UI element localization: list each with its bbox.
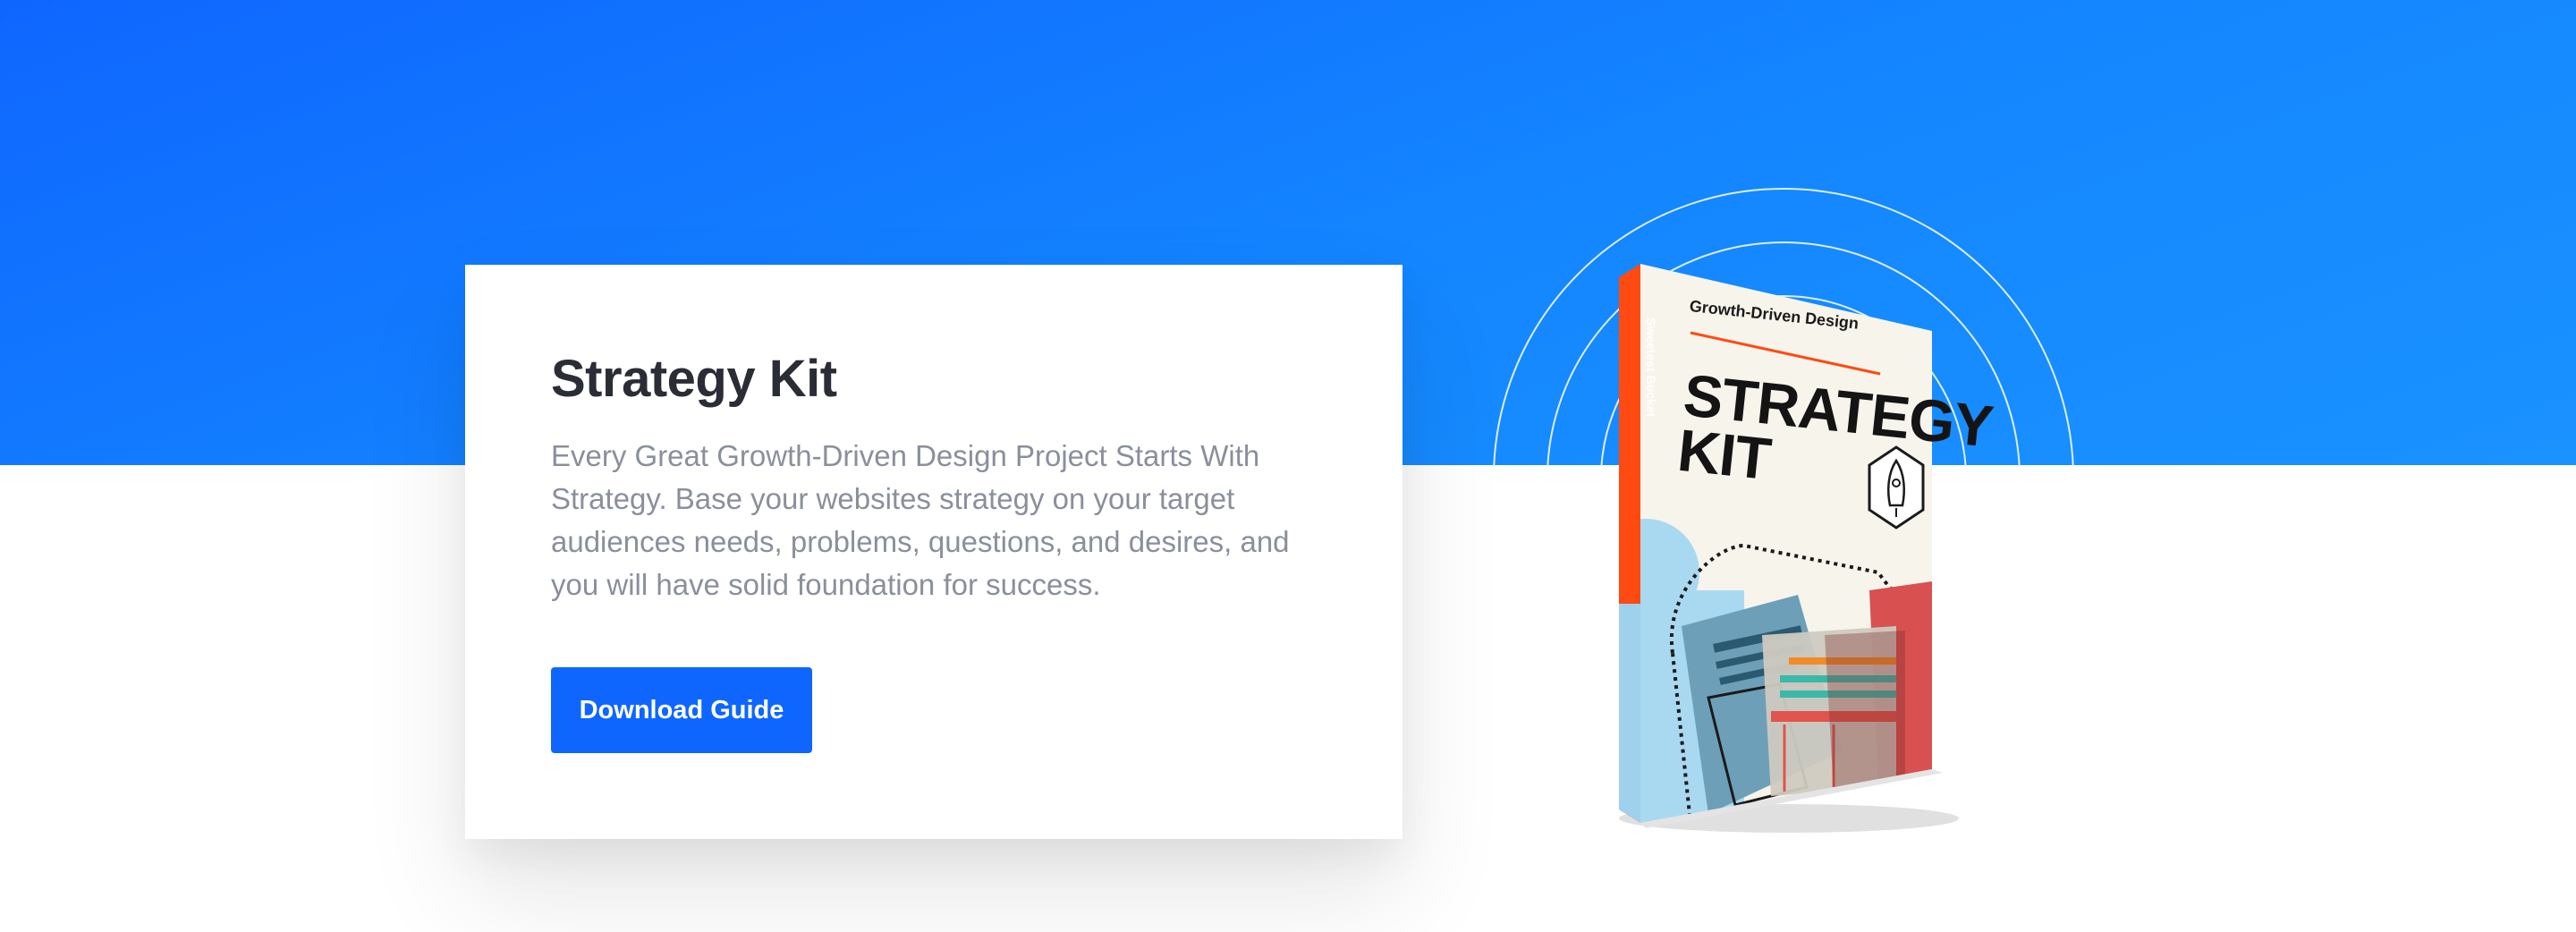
- book-spine-text: Sweetest Bucket: [1644, 318, 1658, 418]
- card-title: Strategy Kit: [551, 350, 837, 408]
- strategy-kit-card: Strategy Kit Every Great Growth-Driven D…: [465, 265, 1402, 839]
- book-illustration: [1619, 264, 1959, 833]
- card-description: Every Great Growth-Driven Design Project…: [551, 439, 1290, 601]
- book-title-text: STRATEGY KIT: [1674, 361, 1996, 493]
- download-guide-button[interactable]: Download Guide: [551, 667, 812, 753]
- strategy-kit-book: Growth-Driven Design STRATEGY KIT Sweete…: [1610, 250, 1996, 859]
